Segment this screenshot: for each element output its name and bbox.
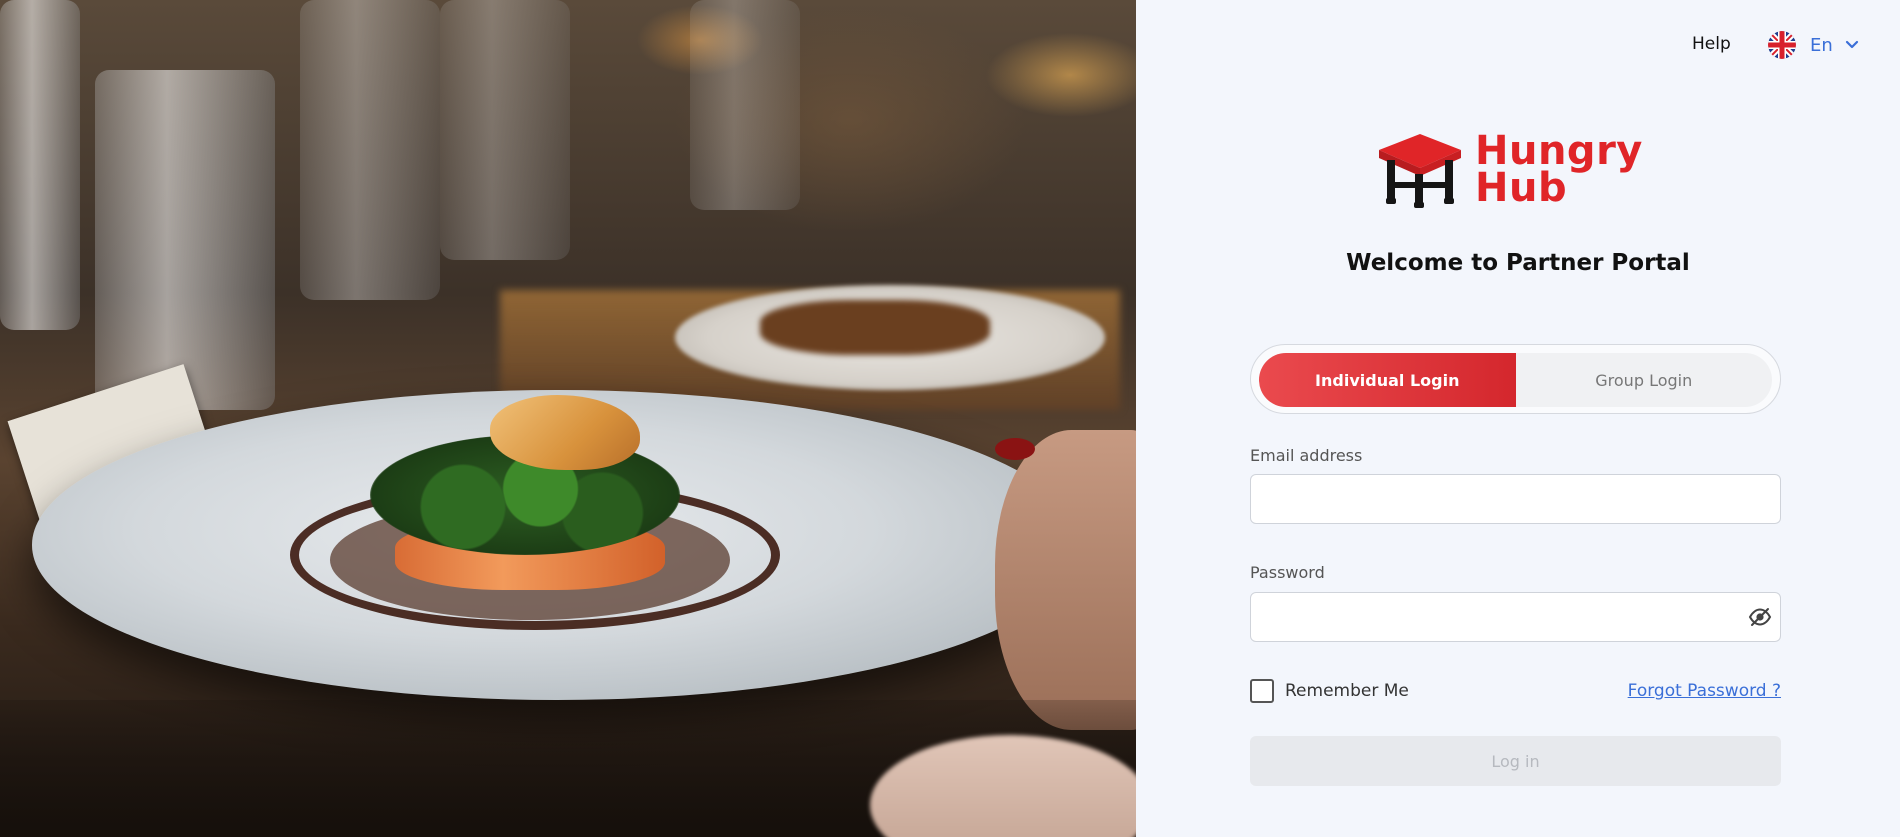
password-field[interactable] [1250,592,1781,642]
remember-me-checkbox[interactable] [1250,679,1274,703]
glass-shape [440,0,570,260]
brand-name: Hungry Hub [1475,131,1643,211]
page-title: Welcome to Partner Portal [1346,250,1690,276]
language-code: En [1810,34,1833,56]
water-glass-shape [95,70,275,410]
fingernail [995,438,1035,460]
glass-shape [690,0,800,210]
uk-flag-icon [1768,31,1796,59]
remember-me[interactable]: Remember Me [1250,679,1409,703]
top-bar: Help En [1136,30,1900,60]
server-hand [995,430,1136,730]
glass-shape [300,0,440,300]
brand-name-line2: Hub [1475,165,1568,211]
hungry-hub-table-icon [1379,134,1461,208]
restaurant-hero-image [0,0,1136,837]
login-type-tabs: Individual Login Group Login [1250,344,1781,414]
tab-group-login[interactable]: Group Login [1515,353,1772,407]
brand-logo: Hungry Hub [1377,130,1657,210]
help-link[interactable]: Help [1692,34,1731,54]
email-field[interactable] [1250,474,1781,524]
forgot-password-link[interactable]: Forgot Password ? [1628,681,1781,701]
remember-me-label: Remember Me [1285,681,1409,701]
email-label: Email address [1250,446,1363,465]
background-food [760,300,990,355]
login-button[interactable]: Log in [1250,736,1781,786]
tab-individual-login[interactable]: Individual Login [1259,353,1516,407]
password-label: Password [1250,563,1325,582]
eye-icon[interactable] [1748,605,1772,629]
language-selector[interactable]: En [1768,30,1859,60]
login-panel: Help En Hungry Hub Welcome to Partner Po… [1136,0,1900,837]
login-page: Help En Hungry Hub Welcome to Partner Po… [0,0,1900,837]
wine-glass-shape [0,0,80,330]
chevron-down-icon [1845,40,1858,49]
